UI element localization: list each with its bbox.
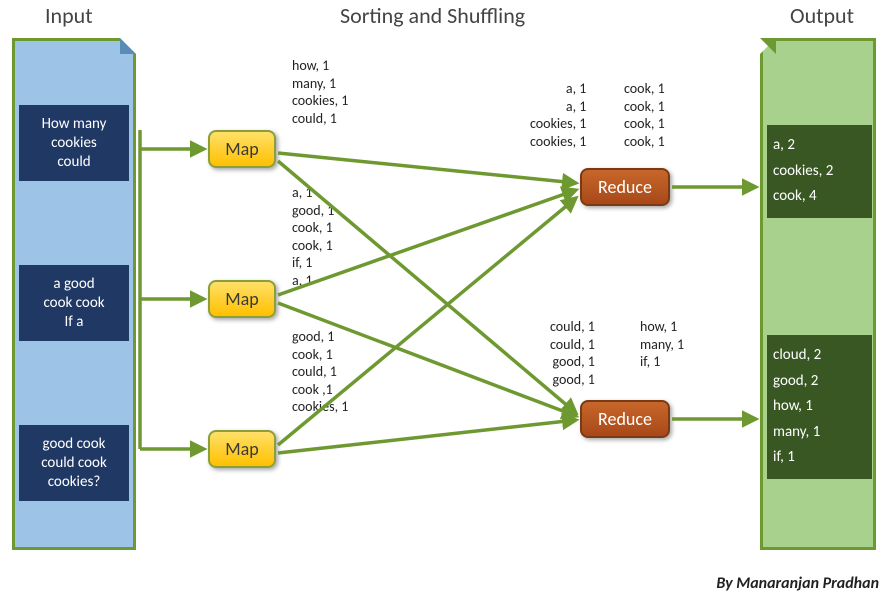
map-node-2: Map	[208, 280, 276, 318]
output-block-1: a, 2 cookies, 2 cook, 4	[767, 125, 872, 218]
output-document: a, 2 cookies, 2 cook, 4 cloud, 2 good, 2…	[760, 38, 876, 550]
reduce-input-2-right: how, 1 many, 1 if, 1	[640, 318, 684, 371]
header-middle: Sorting and Shuffling	[340, 2, 525, 29]
input-split-1: How many cookies could	[19, 105, 129, 181]
input-split-3: good cook could cook cookies?	[19, 425, 129, 501]
input-split-2: a good cook cook If a	[19, 265, 129, 341]
map-node-3: Map	[208, 430, 276, 468]
output-block-2: cloud, 2 good, 2 how, 1 many, 1 if, 1	[767, 335, 872, 479]
map-output-3: good, 1 cook, 1 could, 1 cook ,1 cookies…	[292, 328, 348, 416]
reduce-node-2: Reduce	[580, 400, 670, 438]
byline: By Manaranjan Pradhan	[716, 574, 879, 593]
map-output-1: how, 1 many, 1 cookies, 1 could, 1	[292, 57, 348, 127]
header-output: Output	[790, 2, 854, 29]
reduce-input-1-left: a, 1 a, 1 cookies, 1 cookies, 1	[530, 80, 586, 150]
reduce-input-2-left: could, 1 could, 1 good, 1 good, 1	[550, 318, 595, 388]
input-document: How many cookies could a good cook cook …	[12, 38, 136, 550]
reduce-node-1: Reduce	[580, 168, 670, 206]
map-node-1: Map	[208, 130, 276, 168]
header-input: Input	[45, 2, 93, 29]
map-output-2: a, 1 good, 1 cook, 1 cook, 1 if, 1 a, 1	[292, 184, 334, 289]
reduce-input-1-right: cook, 1 cook, 1 cook, 1 cook, 1	[624, 80, 665, 150]
